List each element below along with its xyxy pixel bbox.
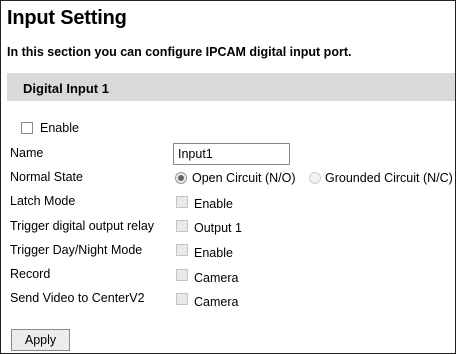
open-circuit-radio[interactable] bbox=[175, 172, 187, 184]
section-title: Digital Input 1 bbox=[23, 81, 109, 96]
page-subtitle: In this section you can configure IPCAM … bbox=[7, 45, 352, 59]
send-video-checkbox[interactable] bbox=[176, 293, 188, 305]
record-label: Record bbox=[10, 267, 51, 281]
trigger-daynight-option: Enable bbox=[194, 246, 233, 260]
trigger-output-option: Output 1 bbox=[194, 221, 242, 235]
settings-panel: Input Setting In this section you can co… bbox=[0, 0, 456, 354]
trigger-output-checkbox[interactable] bbox=[176, 220, 188, 232]
enable-label: Enable bbox=[40, 121, 79, 135]
grounded-circuit-label: Grounded Circuit (N/C) bbox=[325, 171, 453, 185]
send-video-label: Send Video to CenterV2 bbox=[10, 291, 145, 305]
send-video-option: Camera bbox=[194, 295, 239, 309]
open-circuit-label: Open Circuit (N/O) bbox=[192, 171, 296, 185]
latch-mode-option: Enable bbox=[194, 197, 233, 211]
record-checkbox[interactable] bbox=[176, 269, 188, 281]
page-title: Input Setting bbox=[7, 7, 127, 29]
enable-checkbox[interactable] bbox=[21, 122, 33, 134]
apply-button[interactable]: Apply bbox=[11, 329, 70, 351]
trigger-output-label: Trigger digital output relay bbox=[10, 219, 155, 233]
name-label: Name bbox=[10, 146, 44, 160]
trigger-daynight-label: Trigger Day/Night Mode bbox=[10, 243, 143, 257]
latch-mode-checkbox[interactable] bbox=[176, 196, 188, 208]
name-input[interactable] bbox=[173, 143, 290, 165]
latch-mode-label: Latch Mode bbox=[10, 194, 76, 208]
normal-state-label: Normal State bbox=[10, 170, 83, 184]
record-option: Camera bbox=[194, 271, 239, 285]
grounded-circuit-radio[interactable] bbox=[309, 172, 321, 184]
trigger-daynight-checkbox[interactable] bbox=[176, 244, 188, 256]
